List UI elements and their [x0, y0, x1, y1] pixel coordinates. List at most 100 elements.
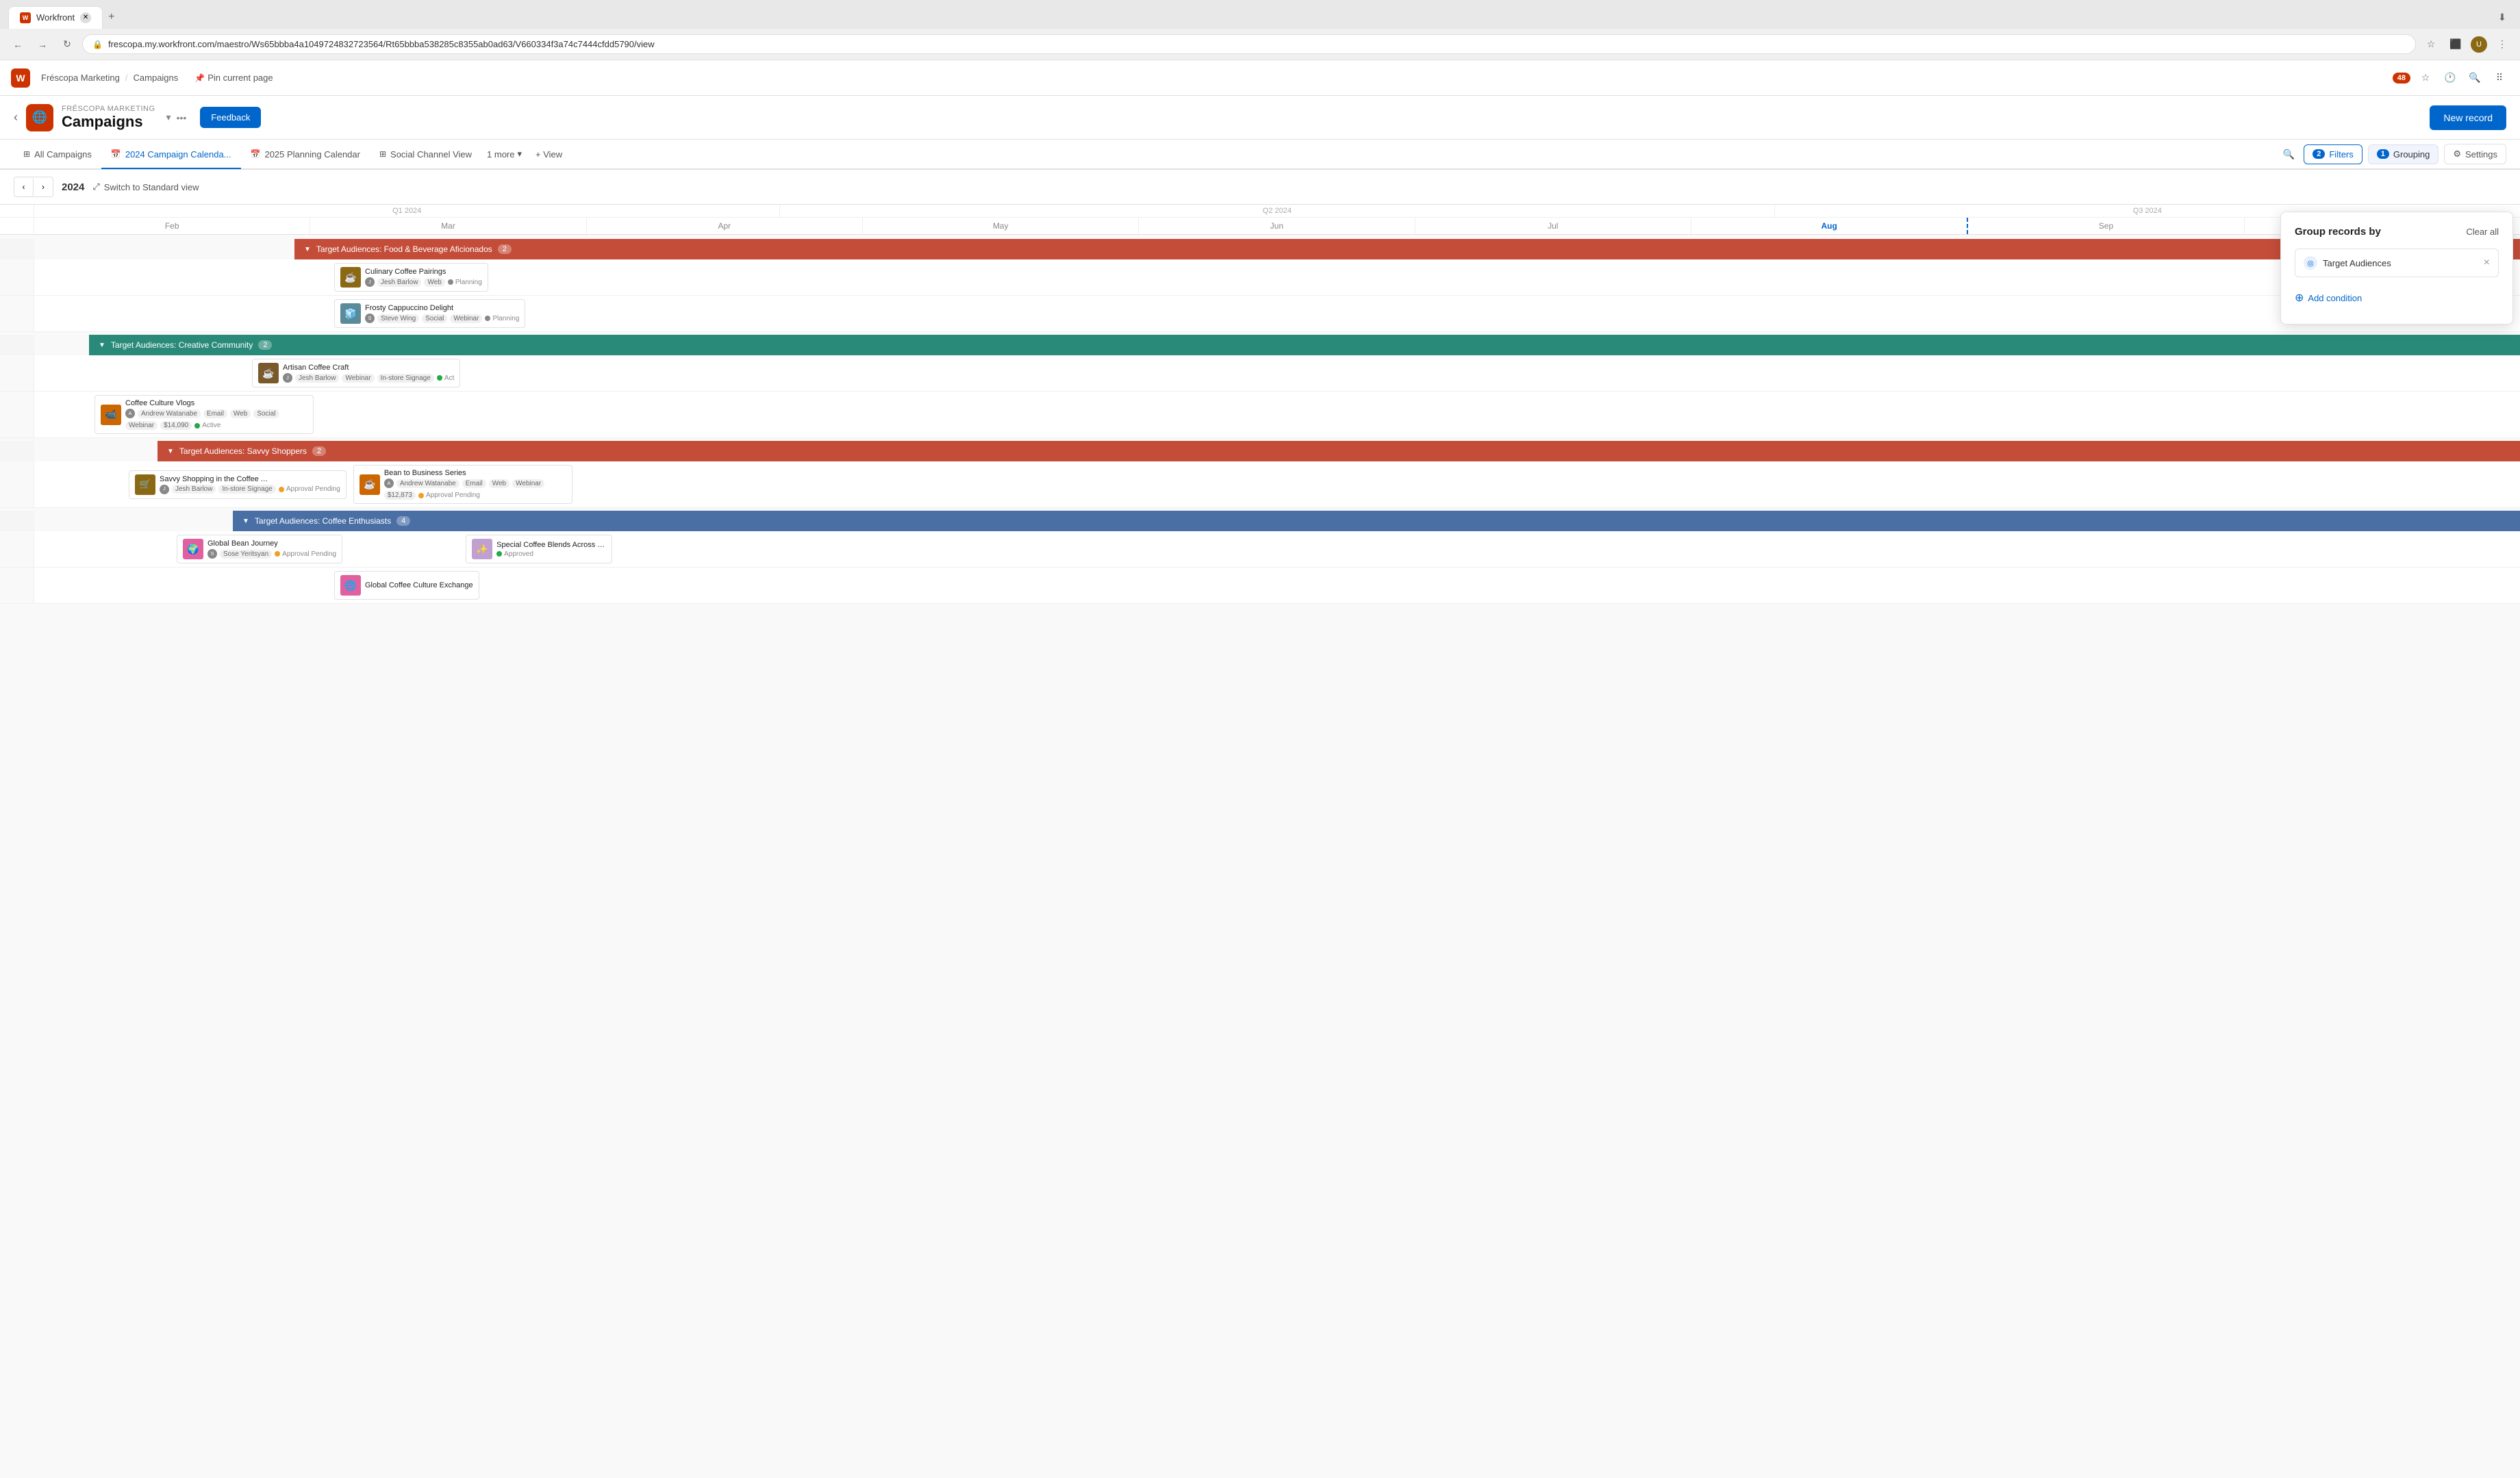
tab-social-label: Social Channel View: [390, 149, 472, 160]
back-btn[interactable]: ←: [8, 35, 27, 54]
clear-all-btn[interactable]: Clear all: [2466, 227, 2499, 237]
group-creative-header-row: ▼ Target Audiences: Creative Community 2: [0, 335, 2520, 355]
history-btn[interactable]: 🕐: [2441, 68, 2460, 88]
cal-prev-btn[interactable]: ‹: [14, 177, 34, 196]
exchange-info: Global Coffee Culture Exchange: [365, 581, 473, 589]
tab-2024-calendar[interactable]: 📅 2024 Campaign Calenda...: [101, 141, 241, 169]
artisan-card[interactable]: ☕ Artisan Coffee Craft J Jesh Barlow Web…: [252, 359, 460, 387]
group-enthusiasts-header[interactable]: ▼ Target Audiences: Coffee Enthusiasts 4: [233, 511, 2520, 531]
apps-btn[interactable]: ⠿: [2490, 68, 2509, 88]
bean-business-card[interactable]: ☕ Bean to Business Series A Andrew Watan…: [353, 465, 572, 504]
frosty-card[interactable]: 🧊 Frosty Cappuccino Delight S Steve Wing…: [334, 299, 525, 328]
pin-label[interactable]: Pin current page: [207, 73, 273, 83]
reload-btn[interactable]: ↻: [58, 35, 77, 54]
tab-all-campaigns[interactable]: ⊞ All Campaigns: [14, 141, 101, 169]
culinary-items-area: ☕ Culinary Coffee Pairings J Jesh Barlow…: [34, 259, 2520, 295]
frosty-assignee: Steve Wing: [377, 314, 419, 323]
settings-btn[interactable]: ⚙ Settings: [2444, 144, 2506, 164]
filters-btn[interactable]: 2 Filters: [2304, 144, 2362, 164]
tab-2025-calendar[interactable]: 📅 2025 Planning Calendar: [241, 141, 370, 169]
extensions-btn[interactable]: ⬛: [2446, 35, 2465, 54]
add-condition-btn[interactable]: ⊕ Add condition: [2295, 285, 2362, 310]
feedback-btn[interactable]: Feedback: [200, 107, 261, 128]
new-tab-btn[interactable]: +: [103, 5, 120, 29]
savvy-shopping-status-dot: [279, 487, 284, 492]
savvy-shopping-tags: J Jesh Barlow In-store Signage Approval …: [160, 485, 340, 494]
special-blends-card[interactable]: ✨ Special Coffee Blends Across the World…: [466, 535, 612, 563]
close-tab-btn[interactable]: ✕: [80, 12, 91, 23]
vlogs-items-area: 📹 Coffee Culture Vlogs A Andrew Watanabe…: [34, 392, 2520, 437]
vlogs-card-wrapper: 📹 Coffee Culture Vlogs A Andrew Watanabe…: [94, 395, 314, 434]
condition-label: Target Audiences: [2323, 258, 2478, 268]
add-view-label: + View: [536, 149, 562, 160]
vlogs-card[interactable]: 📹 Coffee Culture Vlogs A Andrew Watanabe…: [94, 395, 314, 434]
title-dropdown-btn[interactable]: ▾: [166, 112, 171, 123]
vlogs-avatar: A: [125, 409, 135, 418]
frosty-status: Planning: [485, 315, 519, 322]
brand-label[interactable]: Fréscopa Marketing: [41, 73, 120, 83]
frosty-info: Frosty Cappuccino Delight S Steve Wing S…: [365, 304, 519, 323]
frosty-avatar: S: [365, 314, 375, 323]
page-subtitle: FRÉSCOPA MARKETING: [62, 105, 155, 113]
menu-btn[interactable]: ⋮: [2493, 35, 2512, 54]
special-blends-status: Approved: [496, 550, 533, 558]
grouping-btn[interactable]: 1 Grouping: [2368, 144, 2439, 164]
bookmark-btn[interactable]: ☆: [2421, 35, 2441, 54]
exchange-thumb: 🌐: [340, 575, 361, 596]
tab-title: Workfront: [36, 12, 75, 23]
user-avatar[interactable]: U: [2471, 36, 2487, 53]
month-feb: Feb: [34, 218, 310, 234]
culinary-tag-web: Web: [424, 278, 444, 287]
forward-btn[interactable]: →: [33, 35, 52, 54]
special-blends-card-wrapper: ✨ Special Coffee Blends Across the World…: [466, 535, 612, 563]
address-bar[interactable]: 🔒: [82, 34, 2416, 54]
favorites-btn[interactable]: ☆: [2416, 68, 2435, 88]
switch-view-btn[interactable]: ⤢ Switch to Standard view: [92, 181, 199, 192]
artisan-status-dot: [437, 375, 442, 381]
page-icon: 🌐: [26, 104, 53, 131]
group-savvy-header[interactable]: ▼ Target Audiences: Savvy Shoppers 2: [158, 441, 2520, 461]
group-food-title: Target Audiences: Food & Beverage Aficio…: [316, 244, 492, 254]
culinary-avatar: J: [365, 277, 375, 287]
tab-social-channel[interactable]: ⊞ Social Channel View: [370, 141, 481, 169]
row-vlogs: 📹 Coffee Culture Vlogs A Andrew Watanabe…: [0, 392, 2520, 438]
culinary-status-dot: [448, 279, 453, 285]
collapse-nav-btn[interactable]: ‹: [14, 110, 18, 125]
title-more-btn[interactable]: •••: [177, 112, 187, 123]
frosty-card-wrapper: 🧊 Frosty Cappuccino Delight S Steve Wing…: [334, 299, 525, 328]
add-condition-label: Add condition: [2308, 293, 2362, 303]
bean-business-name: Bean to Business Series: [384, 469, 494, 477]
bean-business-status: Approval Pending: [418, 492, 480, 499]
view-more-btn[interactable]: 1 more ▾: [481, 140, 527, 168]
global-bean-tags: S Sose Yeritsyan Approval Pending: [207, 549, 336, 559]
url-input[interactable]: [108, 39, 2406, 49]
frosty-thumb: 🧊: [340, 303, 361, 324]
bean-business-info: Bean to Business Series A Andrew Watanab…: [384, 469, 566, 500]
group-food-header[interactable]: ▼ Target Audiences: Food & Beverage Afic…: [294, 239, 2520, 259]
cal-next-btn[interactable]: ›: [34, 177, 53, 196]
group-creative-header[interactable]: ▼ Target Audiences: Creative Community 2: [89, 335, 2520, 355]
vlogs-tag-webinar: Webinar: [125, 421, 158, 430]
notification-badge[interactable]: 48: [2393, 73, 2410, 84]
global-bean-status: Approval Pending: [275, 550, 336, 558]
group-food-count: 2: [498, 244, 512, 254]
exchange-name: Global Coffee Culture Exchange: [365, 581, 473, 589]
add-view-btn[interactable]: + View: [530, 141, 568, 168]
global-bean-card[interactable]: 🌍 Global Bean Journey S Sose Yeritsyan: [177, 535, 342, 563]
tab-search-btn[interactable]: 🔍: [2279, 144, 2298, 164]
savvy-shopping-card[interactable]: 🛒 Savvy Shopping in the Coffee Aisle Sav…: [129, 470, 346, 499]
search-btn[interactable]: 🔍: [2465, 68, 2484, 88]
new-record-btn[interactable]: New record: [2430, 105, 2506, 130]
culinary-card[interactable]: ☕ Culinary Coffee Pairings J Jesh Barlow…: [334, 263, 488, 292]
savvy-shopping-status-text: Approval Pending: [286, 485, 340, 493]
tab-extra-btn[interactable]: ⬇: [2493, 8, 2512, 27]
condition-remove-btn[interactable]: ×: [2484, 257, 2490, 269]
quarter-row: Q1 2024 Q2 2024 Q3 2024: [0, 205, 2520, 218]
chevron-down-food: ▼: [304, 246, 311, 253]
vlogs-name: Coffee Culture Vlogs: [125, 399, 235, 407]
exchange-card[interactable]: 🌐 Global Coffee Culture Exchange: [334, 571, 479, 600]
special-blends-tags: Approved: [496, 550, 606, 558]
campaigns-breadcrumb[interactable]: Campaigns: [134, 73, 179, 83]
gear-icon: ⚙: [2453, 149, 2461, 160]
header-actions: 48 ☆ 🕐 🔍 ⠿: [2393, 68, 2509, 88]
